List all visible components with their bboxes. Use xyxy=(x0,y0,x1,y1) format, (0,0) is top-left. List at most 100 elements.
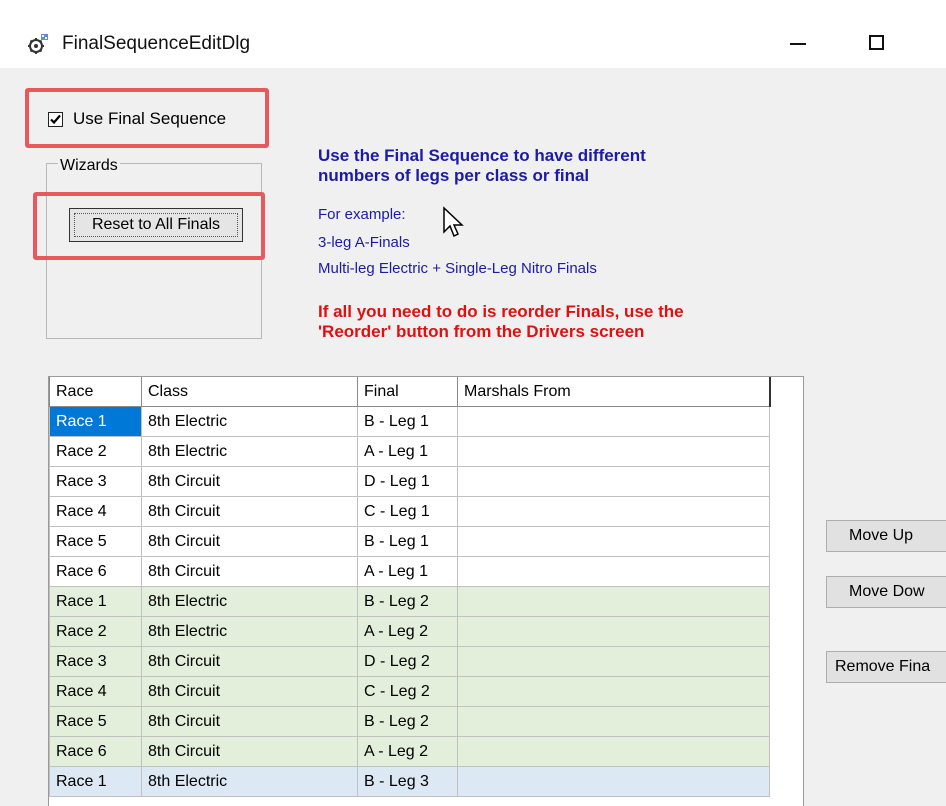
marshals-from-cell[interactable] xyxy=(457,496,770,527)
race-cell[interactable]: Race 2 xyxy=(49,436,142,467)
grid-row[interactable]: Race 1 8th Electric B - Leg 2 xyxy=(49,586,770,617)
race-cell[interactable]: Race 5 xyxy=(49,526,142,557)
grid-row[interactable]: Race 1 8th Electric B - Leg 1 xyxy=(49,406,770,437)
class-cell[interactable]: 8th Circuit xyxy=(141,706,358,737)
grid-row[interactable]: Race 3 8th Circuit D - Leg 1 xyxy=(49,466,770,497)
remove-final-button[interactable]: Remove Fina xyxy=(826,651,946,683)
final-cell[interactable]: D - Leg 1 xyxy=(357,466,458,497)
grid-body: Race 1 8th Electric B - Leg 1 Race 2 8th Ele… xyxy=(49,406,770,797)
race-cell[interactable]: Race 1 xyxy=(49,406,142,437)
race-cell[interactable]: Race 6 xyxy=(49,736,142,767)
race-cell[interactable]: Race 4 xyxy=(49,676,142,707)
class-cell[interactable]: 8th Circuit xyxy=(141,556,358,587)
maximize-button[interactable] xyxy=(845,18,917,66)
final-cell[interactable]: D - Leg 2 xyxy=(357,646,458,677)
class-cell[interactable]: 8th Circuit xyxy=(141,676,358,707)
final-cell[interactable]: C - Leg 2 xyxy=(357,676,458,707)
class-cell[interactable]: 8th Electric xyxy=(141,406,358,437)
example-three-leg: 3-leg A-Finals xyxy=(318,234,410,251)
info-heading: Use the Final Sequence to have different… xyxy=(318,146,788,186)
checkmark-icon xyxy=(50,114,61,124)
race-cell[interactable]: Race 3 xyxy=(49,646,142,677)
class-cell[interactable]: 8th Electric xyxy=(141,766,358,797)
marshals-from-cell[interactable] xyxy=(457,586,770,617)
move-down-label: Move Dow xyxy=(849,583,925,600)
final-cell[interactable]: A - Leg 2 xyxy=(357,616,458,647)
grid-row[interactable]: Race 6 8th Circuit A - Leg 1 xyxy=(49,556,770,587)
info-heading-line2: numbers of legs per class or final xyxy=(318,166,590,185)
marshals-from-cell[interactable] xyxy=(457,676,770,707)
column-header-marshals-from[interactable]: Marshals From xyxy=(457,377,771,407)
column-header-race[interactable]: Race xyxy=(49,377,142,407)
final-sequence-grid[interactable]: Race Class Final Marshals From Race 1 8th… xyxy=(48,376,804,806)
grid-row[interactable]: Race 5 8th Circuit B - Leg 2 xyxy=(49,706,770,737)
remove-final-label: Remove Fina xyxy=(835,658,931,675)
grid-row[interactable]: Race 6 8th Circuit A - Leg 2 xyxy=(49,736,770,767)
move-up-button[interactable]: Move Up xyxy=(826,520,946,552)
race-cell[interactable]: Race 4 xyxy=(49,496,142,527)
warning-line2: 'Reorder' button from the Drivers screen xyxy=(318,322,645,341)
marshals-from-cell[interactable] xyxy=(457,706,770,737)
class-cell[interactable]: 8th Circuit xyxy=(141,466,358,497)
move-up-label: Move Up xyxy=(849,527,914,544)
reorder-warning: If all you need to do is reorder Finals,… xyxy=(318,302,818,342)
class-cell[interactable]: 8th Electric xyxy=(141,586,358,617)
class-cell[interactable]: 8th Circuit xyxy=(141,646,358,677)
marshals-from-cell[interactable] xyxy=(457,406,770,437)
grid-header-row: Race Class Final Marshals From xyxy=(49,377,771,407)
class-cell[interactable]: 8th Electric xyxy=(141,436,358,467)
marshals-from-cell[interactable] xyxy=(457,736,770,767)
class-cell[interactable]: 8th Circuit xyxy=(141,526,358,557)
column-header-class[interactable]: Class xyxy=(141,377,358,407)
final-cell[interactable]: A - Leg 1 xyxy=(357,436,458,467)
final-cell[interactable]: A - Leg 1 xyxy=(357,556,458,587)
window-title: FinalSequenceEditDlg xyxy=(62,33,251,54)
class-cell[interactable]: 8th Circuit xyxy=(141,496,358,527)
marshals-from-cell[interactable] xyxy=(457,556,770,587)
grid-row[interactable]: Race 2 8th Electric A - Leg 2 xyxy=(49,616,770,647)
grid-row[interactable]: Race 2 8th Electric A - Leg 1 xyxy=(49,436,770,467)
marshals-from-cell[interactable] xyxy=(457,436,770,467)
info-heading-line1: Use the Final Sequence to have different xyxy=(318,146,646,165)
race-cell[interactable]: Race 5 xyxy=(49,706,142,737)
reset-to-all-finals-button[interactable]: Reset to All Finals xyxy=(69,208,243,242)
use-final-sequence-label: Use Final Sequence xyxy=(73,109,227,128)
app-gear-icon xyxy=(28,34,48,54)
grid-row[interactable]: Race 5 8th Circuit B - Leg 1 xyxy=(49,526,770,557)
marshals-from-cell[interactable] xyxy=(457,766,770,797)
class-cell[interactable]: 8th Electric xyxy=(141,616,358,647)
grid-row[interactable]: Race 4 8th Circuit C - Leg 2 xyxy=(49,676,770,707)
final-cell[interactable]: B - Leg 3 xyxy=(357,766,458,797)
move-down-button[interactable]: Move Dow xyxy=(826,576,946,608)
final-cell[interactable]: C - Leg 1 xyxy=(357,496,458,527)
final-cell[interactable]: B - Leg 1 xyxy=(357,406,458,437)
final-cell[interactable]: B - Leg 2 xyxy=(357,706,458,737)
final-cell[interactable]: B - Leg 2 xyxy=(357,586,458,617)
final-sequence-dialog: FinalSequenceEditDlg Use Final Sequence … xyxy=(0,0,946,806)
wizards-legend: Wizards xyxy=(58,157,120,175)
marshals-from-cell[interactable] xyxy=(457,526,770,557)
checkbox-box[interactable] xyxy=(48,111,63,127)
minimize-button[interactable] xyxy=(762,18,834,66)
mouse-pointer-icon xyxy=(443,206,464,238)
race-cell[interactable]: Race 2 xyxy=(49,616,142,647)
marshals-from-cell[interactable] xyxy=(457,616,770,647)
use-final-sequence-checkbox[interactable]: Use Final Sequence xyxy=(48,108,226,130)
example-multi-leg: Multi-leg Electric + Single-Leg Nitro Fi… xyxy=(318,260,597,277)
race-cell[interactable]: Race 3 xyxy=(49,466,142,497)
race-cell[interactable]: Race 1 xyxy=(49,586,142,617)
grid-row[interactable]: Race 1 8th Electric B - Leg 3 xyxy=(49,766,770,797)
final-cell[interactable]: B - Leg 1 xyxy=(357,526,458,557)
grid-row[interactable]: Race 4 8th Circuit C - Leg 1 xyxy=(49,496,770,527)
class-cell[interactable]: 8th Circuit xyxy=(141,736,358,767)
example-intro: For example: xyxy=(318,206,406,223)
marshals-from-cell[interactable] xyxy=(457,646,770,677)
grid-row[interactable]: Race 3 8th Circuit D - Leg 2 xyxy=(49,646,770,677)
final-sequence-table: Race Class Final Marshals From Race 1 8th… xyxy=(49,377,771,797)
column-header-final[interactable]: Final xyxy=(357,377,458,407)
marshals-from-cell[interactable] xyxy=(457,466,770,497)
title-bar: FinalSequenceEditDlg xyxy=(0,0,946,68)
race-cell[interactable]: Race 1 xyxy=(49,766,142,797)
final-cell[interactable]: A - Leg 2 xyxy=(357,736,458,767)
race-cell[interactable]: Race 6 xyxy=(49,556,142,587)
